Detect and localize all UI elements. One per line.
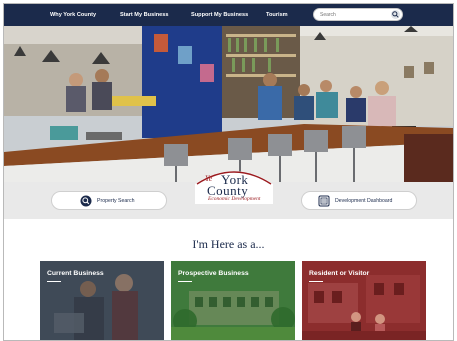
dashboard-icon — [318, 195, 330, 206]
nav-start-my-business[interactable]: Start My Business — [120, 12, 169, 18]
card-title-underline — [309, 281, 323, 282]
restaurant-interior-photo — [4, 26, 453, 182]
card-title-underline — [178, 281, 192, 282]
york-county-logo[interactable]: Ye York County Economic Development — [193, 164, 275, 204]
magnifier-icon — [80, 195, 92, 206]
hero-image — [4, 26, 453, 182]
search-input[interactable] — [320, 11, 390, 18]
section-heading: I'm Here as a... — [192, 237, 265, 251]
top-navigation: Why York County Start My Business Suppor… — [4, 4, 453, 26]
card-current-business-title: Current Business — [47, 270, 104, 277]
card-resident-or-visitor[interactable]: Resident or Visitor — [302, 261, 426, 340]
logo-prefix: Ye — [205, 174, 213, 183]
nav-support-my-business[interactable]: Support My Business — [191, 12, 248, 18]
card-current-business[interactable]: Current Business — [40, 261, 164, 340]
card-prospective-business[interactable]: Prospective Business — [171, 261, 295, 340]
search-box — [313, 8, 403, 21]
logo-tagline: Economic Development — [208, 196, 261, 202]
search-button[interactable] — [391, 10, 400, 19]
nav-why-york-county[interactable]: Why York County — [50, 12, 96, 18]
search-icon — [392, 11, 399, 18]
property-search-label: Property Search — [97, 197, 135, 204]
development-dashboard-label: Development Dashboard — [335, 197, 393, 204]
card-resident-or-visitor-title: Resident or Visitor — [309, 270, 370, 277]
card-prospective-business-title: Prospective Business — [178, 270, 249, 277]
property-search-button[interactable]: Property Search — [51, 191, 167, 210]
card-title-underline — [47, 281, 61, 282]
nav-tourism[interactable]: Tourism — [266, 12, 288, 18]
page-frame: Why York County Start My Business Suppor… — [3, 3, 454, 341]
development-dashboard-button[interactable]: Development Dashboard — [301, 191, 417, 210]
